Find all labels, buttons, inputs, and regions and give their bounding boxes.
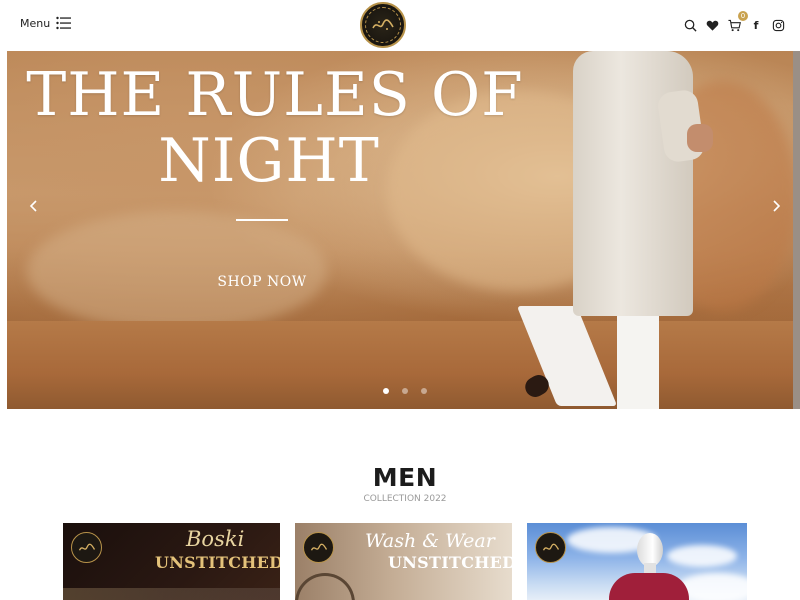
heart-icon — [706, 20, 718, 31]
collection-card-boski[interactable]: Boski UNSTITCHED — [63, 523, 280, 600]
mannequin — [609, 573, 689, 600]
section-title: MEN — [372, 463, 438, 492]
shop-now-button[interactable]: SHOP NOW — [197, 274, 327, 290]
cart-button[interactable]: 0 — [726, 11, 748, 33]
hero-next-slide-edge — [793, 51, 800, 409]
sky-cloud — [667, 545, 737, 567]
brand-logo[interactable] — [360, 2, 406, 48]
slider-dot[interactable] — [421, 388, 427, 394]
chevron-left-icon — [29, 200, 37, 212]
desert-ground — [7, 321, 793, 409]
card-decor — [63, 588, 280, 600]
instagram-link[interactable] — [770, 17, 786, 33]
header-actions: 0 f — [682, 11, 786, 33]
search-button[interactable] — [682, 17, 698, 33]
instagram-icon — [772, 19, 784, 31]
card-logo-icon — [71, 532, 102, 563]
slider-prev-button[interactable] — [27, 199, 41, 213]
card-logo-icon — [303, 532, 334, 563]
facebook-icon: f — [753, 18, 759, 32]
hero-slider[interactable]: THE RULES OF NIGHT SHOP NOW — [7, 51, 793, 409]
logo-emblem-icon — [365, 7, 401, 43]
slider-dot[interactable] — [402, 388, 408, 394]
hero-divider — [236, 219, 288, 221]
collection-card-wash-wear[interactable]: Wash & Wear UNSTITCHED — [295, 523, 512, 600]
site-header: Menu 0 f — [0, 0, 800, 51]
card-script-title: Wash & Wear — [365, 530, 495, 552]
mannequin — [637, 533, 663, 567]
chevron-right-icon — [773, 200, 781, 212]
hero-title-line-1: THE RULES OF — [26, 60, 524, 130]
wishlist-button[interactable] — [704, 17, 720, 33]
menu-label: Menu — [20, 16, 51, 30]
section-subtitle: COLLECTION 2022 — [363, 494, 447, 504]
model-figure — [687, 124, 713, 152]
cart-icon — [727, 19, 741, 31]
cart-count-badge: 0 — [738, 11, 748, 21]
hero-title-line-2: NIGHT — [158, 126, 380, 196]
model-figure — [617, 306, 659, 409]
card-logo-icon — [535, 532, 566, 563]
slider-dot[interactable] — [383, 388, 389, 394]
sandstorm-cloud — [27, 211, 327, 331]
card-caps-title: UNSTITCHED — [155, 553, 280, 572]
card-script-title: Boski — [186, 527, 245, 551]
card-caps-title: UNSTITCHED — [388, 553, 512, 572]
slider-next-button[interactable] — [769, 199, 783, 213]
menu-toggle-button[interactable]: Menu — [20, 16, 72, 30]
facebook-link[interactable]: f — [748, 17, 764, 33]
slider-pagination — [383, 388, 427, 394]
search-icon — [684, 19, 697, 32]
card-decor — [295, 573, 355, 600]
menu-list-icon — [56, 16, 72, 30]
collection-card-stitched[interactable] — [527, 523, 747, 600]
